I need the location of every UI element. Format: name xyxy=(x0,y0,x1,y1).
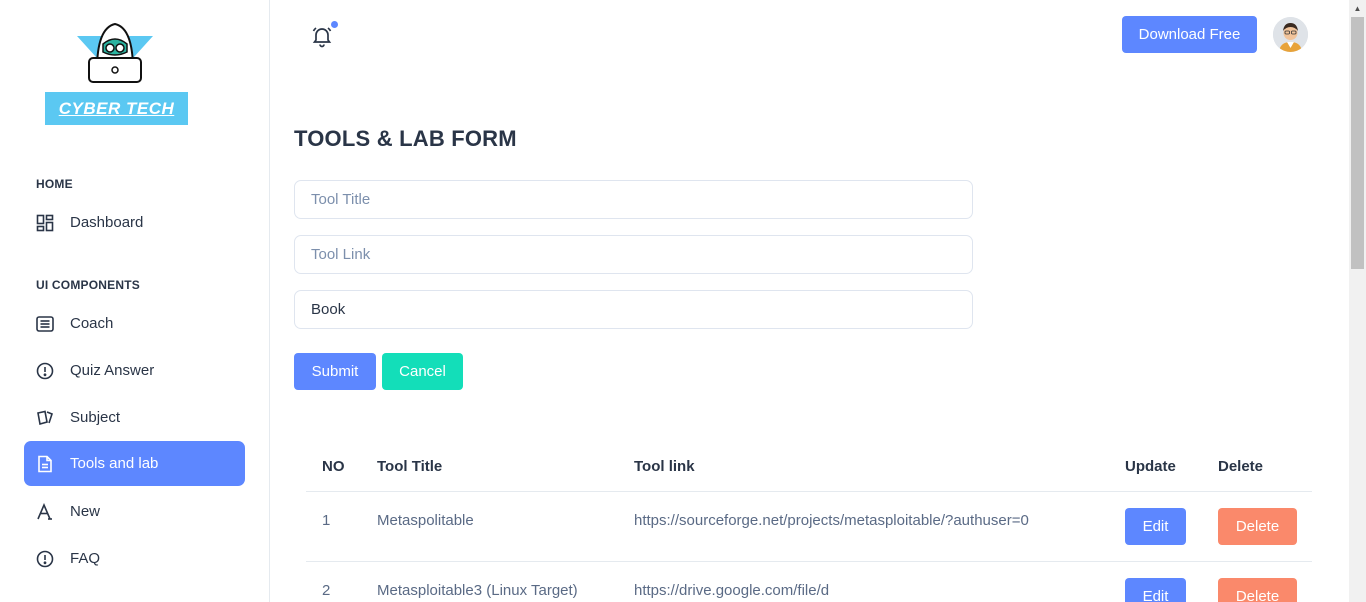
cancel-button[interactable]: Cancel xyxy=(382,353,463,390)
hacker-logo-icon xyxy=(77,22,153,83)
alert-circle-icon xyxy=(36,362,54,380)
sidebar-item-label: Coach xyxy=(70,315,114,332)
page-scrollbar[interactable]: ▲ xyxy=(1349,0,1366,602)
sidebar-item-quiz-answer[interactable]: Quiz Answer xyxy=(24,348,245,393)
avatar[interactable] xyxy=(1273,17,1308,52)
article-icon xyxy=(36,315,54,333)
cards-icon xyxy=(36,409,54,427)
table-divider xyxy=(306,561,1312,562)
tool-link-input[interactable] xyxy=(294,235,973,274)
bell-ringing-icon[interactable] xyxy=(310,24,334,48)
row-tool-title: Metaspolitable xyxy=(377,512,474,529)
book-input[interactable] xyxy=(294,290,973,329)
delete-button[interactable]: Delete xyxy=(1218,508,1297,545)
sidebar: CYBER TECH HOME Dashboard UI COMPONENTS … xyxy=(0,0,270,602)
column-header-delete: Delete xyxy=(1218,458,1264,475)
page-title: TOOLS & LAB FORM xyxy=(294,126,517,151)
download-free-button[interactable]: Download Free xyxy=(1122,16,1257,53)
sidebar-item-dashboard[interactable]: Dashboard xyxy=(24,200,245,245)
row-tool-link: https://drive.google.com/file/d xyxy=(634,582,830,599)
notification-dot xyxy=(331,21,338,28)
row-tool-title: Metasploitable3 (Linux Target) xyxy=(377,582,578,599)
user-avatar-icon xyxy=(1273,17,1308,52)
row-number: 2 xyxy=(322,582,331,599)
column-header-update: Update xyxy=(1125,458,1176,475)
brand-banner: CYBER TECH xyxy=(45,92,188,125)
column-header-tool-link: Tool link xyxy=(634,458,695,475)
sidebar-item-faq[interactable]: FAQ xyxy=(24,536,245,581)
sidebar-item-label: FAQ xyxy=(70,550,101,567)
edit-button[interactable]: Edit xyxy=(1125,508,1186,545)
sidebar-item-label: Subject xyxy=(70,409,121,426)
table-divider xyxy=(306,491,1312,492)
column-header-no: NO xyxy=(322,458,345,475)
typography-icon xyxy=(36,502,54,521)
sidebar-item-label: Dashboard xyxy=(70,214,144,231)
submit-button[interactable]: Submit xyxy=(294,353,376,390)
scrollbar-thumb[interactable] xyxy=(1351,17,1364,269)
sidebar-item-label: New xyxy=(70,503,101,520)
sidebar-item-new[interactable]: New xyxy=(24,489,245,534)
nav-caption-home: HOME xyxy=(36,177,73,191)
edit-button[interactable]: Edit xyxy=(1125,578,1186,602)
sidebar-item-tools-and-lab[interactable]: Tools and lab xyxy=(24,441,245,486)
layout-dashboard-icon xyxy=(36,214,54,232)
brand-logo[interactable]: CYBER TECH xyxy=(45,20,188,125)
column-header-tool-title: Tool Title xyxy=(377,458,443,475)
file-description-icon xyxy=(36,455,54,473)
tool-title-input[interactable] xyxy=(294,180,973,219)
scroll-up-arrow-icon[interactable]: ▲ xyxy=(1349,0,1366,17)
row-tool-link: https://sourceforge.net/projects/metaspl… xyxy=(634,512,1029,529)
sidebar-item-coach[interactable]: Coach xyxy=(24,301,245,346)
sidebar-item-label: Quiz Answer xyxy=(70,362,155,379)
delete-button[interactable]: Delete xyxy=(1218,578,1297,602)
sidebar-item-subject[interactable]: Subject xyxy=(24,395,245,440)
brand-name: CYBER TECH xyxy=(58,98,175,118)
sidebar-item-label: Tools and lab xyxy=(70,455,159,472)
alert-circle-icon xyxy=(36,550,54,568)
nav-caption-ui-components: UI COMPONENTS xyxy=(36,278,140,292)
row-number: 1 xyxy=(322,512,331,529)
